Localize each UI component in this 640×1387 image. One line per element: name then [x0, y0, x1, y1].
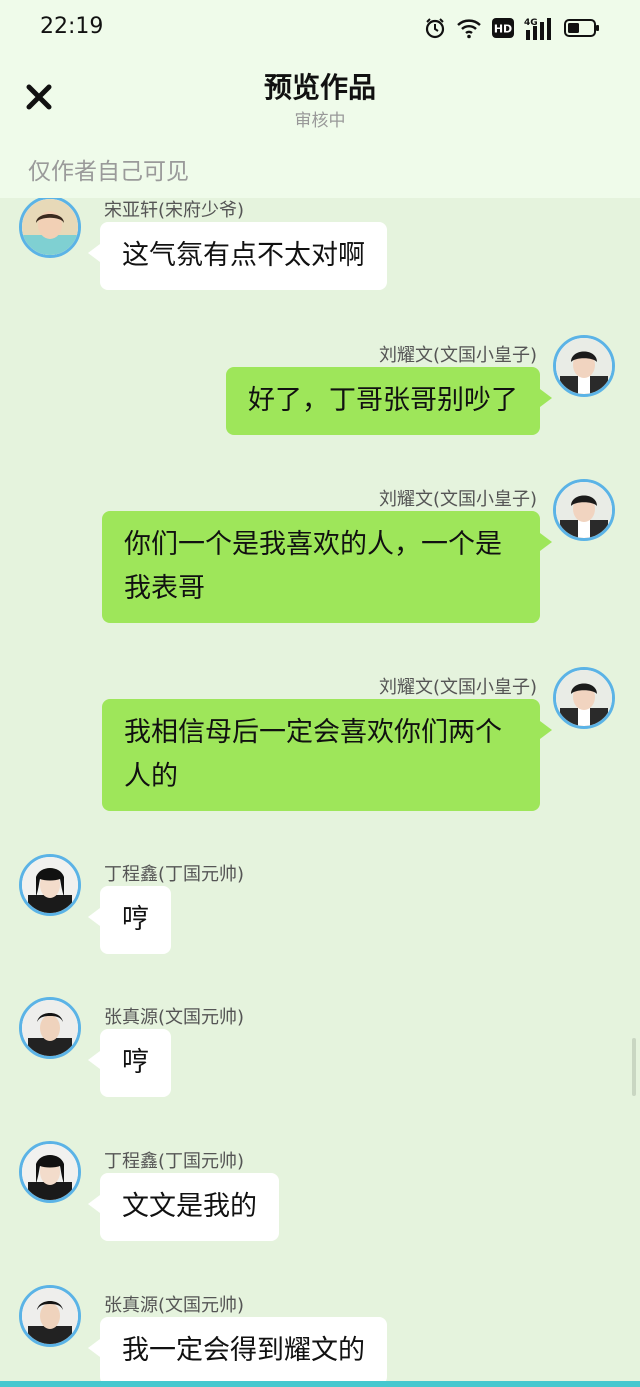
page-title: 预览作品: [263, 71, 376, 104]
wifi-icon: [456, 17, 482, 39]
avatar[interactable]: [19, 1285, 81, 1347]
review-status: 审核中: [294, 111, 346, 131]
avatar[interactable]: [19, 1141, 81, 1203]
scrollbar[interactable]: [632, 1038, 636, 1096]
sender-name: 丁程鑫(丁国元帅): [104, 864, 245, 885]
avatar[interactable]: [553, 479, 615, 541]
header: 预览作品 审核中 仅作者自己可见: [0, 56, 640, 198]
sender-name: 宋亚轩(宋府少爷): [104, 200, 245, 221]
sender-name: 张真源(文国元帅): [104, 1007, 245, 1028]
avatar[interactable]: [19, 854, 81, 916]
avatar[interactable]: [553, 335, 615, 397]
chat-feed[interactable]: 宋亚轩(宋府少爷) 这气氛有点不太对啊 刘耀文(文国小皇子) 好了，丁哥张哥别吵…: [0, 198, 640, 1381]
message-bubble[interactable]: 我一定会得到耀文的: [88, 1317, 387, 1381]
avatar[interactable]: [553, 667, 615, 729]
signal-4g-icon: 4G: [524, 16, 554, 40]
message-bubble[interactable]: 我相信母后一定会喜欢你们两个人的: [102, 699, 552, 811]
battery-icon: [564, 18, 600, 38]
sender-name: 刘耀文(文国小皇子): [378, 345, 537, 366]
message-bubble[interactable]: 文文是我的: [88, 1173, 279, 1241]
sender-name: 丁程鑫(丁国元帅): [104, 1151, 245, 1172]
hd-icon: HD: [492, 18, 514, 38]
bottom-accent-bar: [0, 1381, 640, 1387]
status-bar: 22:19 HD 4G: [0, 0, 640, 56]
visibility-note: 仅作者自己可见: [28, 159, 189, 185]
sender-name: 刘耀文(文国小皇子): [378, 489, 537, 510]
sender-name: 刘耀文(文国小皇子): [378, 677, 537, 698]
avatar[interactable]: [19, 198, 81, 258]
status-icons: HD 4G: [424, 16, 600, 40]
status-time: 22:19: [40, 14, 104, 39]
message-bubble[interactable]: 哼: [88, 1029, 171, 1097]
message-bubble[interactable]: 你们一个是我喜欢的人，一个是我表哥: [102, 511, 552, 623]
svg-text:HD: HD: [494, 23, 512, 36]
avatar[interactable]: [19, 997, 81, 1059]
sender-name: 张真源(文国元帅): [104, 1295, 245, 1316]
message-bubble[interactable]: 哼: [88, 886, 171, 954]
alarm-icon: [424, 17, 446, 39]
message-bubble[interactable]: 这气氛有点不太对啊: [88, 222, 387, 290]
message-bubble[interactable]: 好了，丁哥张哥别吵了: [226, 367, 552, 435]
